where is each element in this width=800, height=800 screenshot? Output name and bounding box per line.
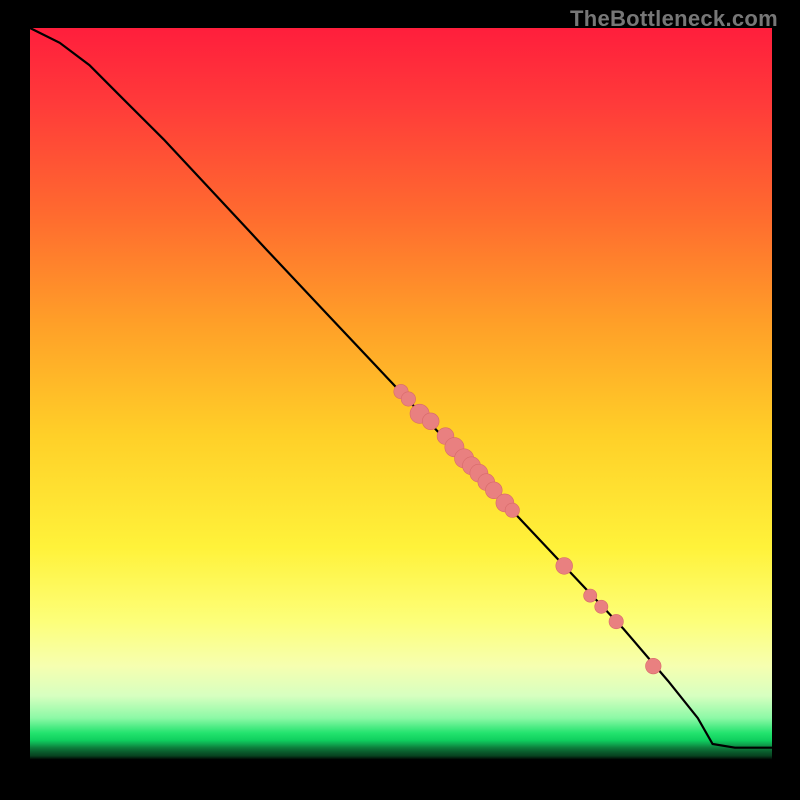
data-points [394, 384, 661, 673]
single-c-3 [595, 600, 608, 613]
single-d-1 [646, 658, 662, 674]
cluster-b-9 [505, 503, 519, 517]
single-c-2 [584, 589, 597, 602]
chart-stage: TheBottleneck.com [0, 0, 800, 800]
plot-svg [0, 0, 800, 800]
cluster-a-2 [401, 392, 415, 406]
cluster-a-4 [422, 413, 439, 430]
single-c-1 [556, 558, 573, 575]
single-c-4 [609, 614, 623, 628]
